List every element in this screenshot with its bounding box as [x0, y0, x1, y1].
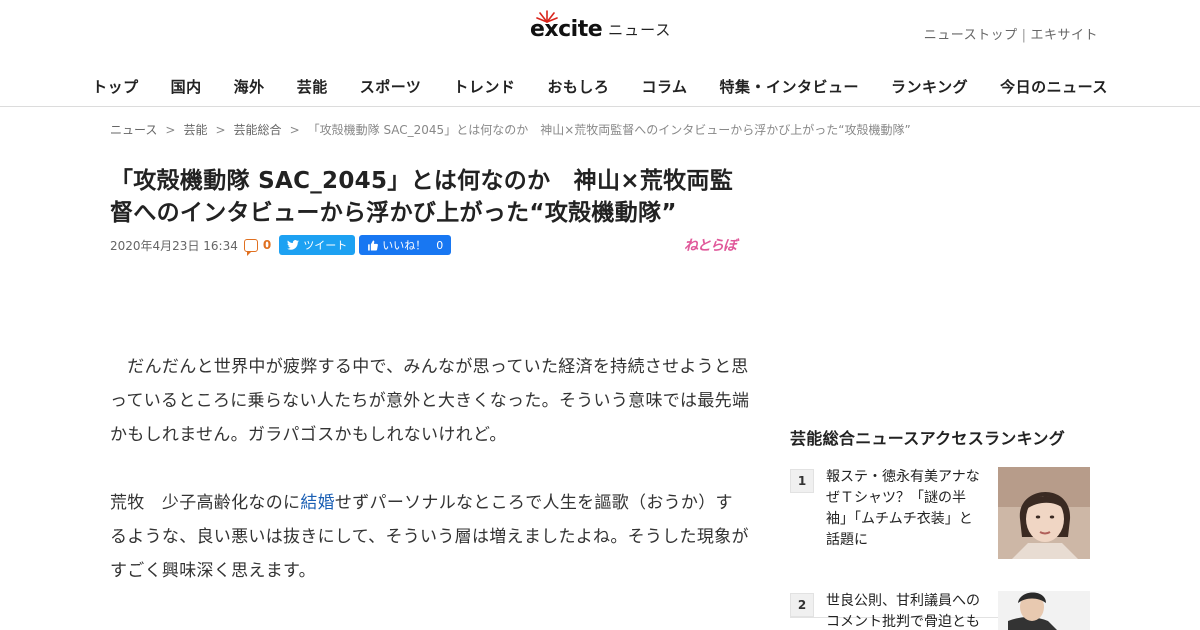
breadcrumb-current: 「攻殻機動隊 SAC_2045」とは何なのか 神山×荒牧両監督へのインタビューか…	[307, 123, 911, 137]
global-nav: トップ 国内 海外 芸能 スポーツ トレンド おもしろ コラム 特集・インタビュ…	[0, 66, 1200, 106]
like-count: 0	[436, 238, 444, 252]
rank-number: 2	[790, 593, 814, 617]
comment-count[interactable]: 0	[263, 238, 271, 252]
ranking-thumbnail[interactable]	[998, 467, 1090, 559]
ranking-item[interactable]: 1 報ステ・徳永有美アナなぜＴシャツ？「謎の半袖」「ムチムチ衣装」と話題に	[790, 467, 1090, 618]
excite-news-logo[interactable]: excite ニュース	[530, 9, 672, 46]
link-news-top[interactable]: ニューストップ	[924, 28, 1018, 43]
nav-item-top[interactable]: トップ	[76, 66, 155, 107]
nav-item-feature[interactable]: 特集・インタビュー	[704, 66, 876, 107]
nav-item-column[interactable]: コラム	[625, 66, 703, 107]
logo-sub-label: ニュース	[608, 20, 672, 39]
article-date: 2020年4月23日 16:34	[110, 238, 238, 253]
breadcrumb-arrow: >	[289, 123, 300, 137]
ranking-thumbnail[interactable]	[998, 591, 1090, 630]
article-meta: 2020年4月23日 16:34 0 ツイート いいね！ 0	[110, 235, 452, 256]
breadcrumb-arrow: >	[165, 123, 176, 137]
portrait-photo	[998, 591, 1090, 630]
comment-icon[interactable]	[243, 238, 258, 256]
like-button[interactable]: いいね！ 0	[359, 235, 452, 255]
ranking-headline[interactable]: 報ステ・徳永有美アナなぜＴシャツ？「謎の半袖」「ムチムチ衣装」と話題に	[826, 467, 986, 551]
tweet-label: ツイート	[303, 239, 348, 252]
link-excite[interactable]: エキサイト	[1030, 28, 1098, 43]
rank-number: 1	[790, 469, 814, 493]
top-links: ニューストップ | エキサイト	[924, 24, 1098, 43]
breadcrumb-news[interactable]: ニュース	[110, 123, 157, 137]
article-paragraph: だんだんと世界中が疲弊する中で、みんなが思っていた経済を持続させようと思っている…	[110, 357, 750, 445]
like-label: いいね！	[382, 239, 427, 252]
nav-item-domestic[interactable]: 国内	[155, 66, 218, 107]
nav-item-funny[interactable]: おもしろ	[531, 66, 625, 107]
tweet-button[interactable]: ツイート	[279, 235, 356, 255]
thumbs-up-icon	[368, 240, 379, 250]
separator: |	[1021, 28, 1027, 43]
breadcrumb-entertainment-general[interactable]: 芸能総合	[234, 123, 282, 137]
nav-item-ranking[interactable]: ランキング	[875, 66, 984, 107]
source-logo[interactable]: ねとらぼ	[684, 235, 737, 255]
breadcrumb-arrow: >	[215, 123, 226, 137]
portrait-photo	[998, 467, 1090, 559]
nav-item-entertainment[interactable]: 芸能	[281, 66, 344, 107]
nav-item-sports[interactable]: スポーツ	[344, 66, 438, 107]
nav-item-today[interactable]: 今日のニュース	[984, 66, 1124, 107]
excite-logo: excite	[530, 9, 603, 42]
site-header: excite ニュース ニューストップ | エキサイト トップ 国内 海外 芸能 ス…	[0, 0, 1200, 107]
nav-item-overseas[interactable]: 海外	[218, 66, 281, 107]
breadcrumb: ニュース > 芸能 > 芸能総合 > 「攻殻機動隊 SAC_2045」とは何なのか 神山×荒…	[110, 121, 911, 138]
ranking-sidebar: 芸能総合ニュースアクセスランキング 1 報ステ・徳永有美アナなぜＴシャツ？「謎の…	[790, 425, 1090, 630]
paragraph-text: 荒牧 少子高齢化なのに	[110, 493, 301, 513]
article-paragraph: 荒牧 少子高齢化なのに結婚せずパーソナルなところで人生を謳歌（おうか）するような…	[110, 486, 750, 588]
keyword-link-marriage[interactable]: 結婚	[300, 493, 335, 513]
article-title: 「攻殻機動隊 SAC_2045」とは何なのか 神山×荒牧両監督へのインタビューか…	[110, 168, 734, 226]
nav-item-trend[interactable]: トレンド	[437, 66, 531, 107]
ranking-headline[interactable]: 世良公則、甘利議員へのコメント批判で骨迫とも	[826, 591, 986, 630]
ranking-title: 芸能総合ニュースアクセスランキング	[790, 429, 1066, 448]
twitter-bird-icon	[287, 240, 300, 250]
ranking-item[interactable]: 2 世良公則、甘利議員へのコメント批判で骨迫とも	[790, 591, 1090, 630]
breadcrumb-entertainment[interactable]: 芸能	[183, 123, 207, 137]
burst-icon	[536, 9, 558, 23]
